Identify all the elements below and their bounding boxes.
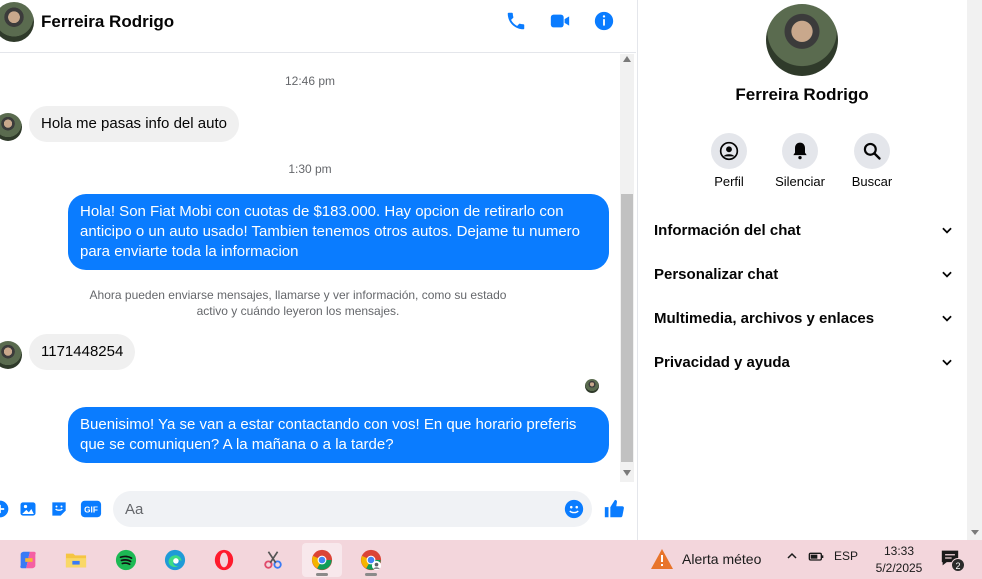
phone-icon[interactable]: [503, 8, 529, 34]
system-notice: Ahora pueden enviarse mensajes, llamarse…: [89, 288, 507, 318]
contact-avatar[interactable]: [0, 2, 34, 42]
opera-icon[interactable]: [204, 543, 244, 577]
search-icon: [854, 133, 890, 169]
timestamp: 12:46 pm: [284, 74, 336, 88]
mute-button[interactable]: Silenciar: [765, 133, 835, 189]
scroll-up-arrow-icon[interactable]: [623, 56, 631, 62]
notification-badge: 2: [951, 558, 965, 572]
profile-name: Ferreira Rodrigo: [735, 85, 869, 104]
edge-icon[interactable]: [155, 543, 195, 577]
weather-label: Alerta méteo: [682, 551, 762, 567]
chrome-icon[interactable]: [302, 543, 342, 577]
sender-avatar: [0, 113, 22, 141]
messenger-window: Ferreira Rodrigo 12:46 pm Hola me pasas …: [0, 0, 982, 579]
section-label: Personalizar chat: [654, 265, 779, 283]
like-icon[interactable]: [602, 497, 626, 521]
chevron-down-icon: [942, 271, 952, 278]
emoji-icon[interactable]: [563, 498, 585, 520]
snipping-tool-icon[interactable]: [253, 543, 293, 577]
bell-icon: [782, 133, 818, 169]
running-indicator: [365, 573, 377, 576]
weather-widget[interactable]: Alerta méteo: [650, 548, 761, 570]
profile-button[interactable]: Perfil: [694, 133, 764, 189]
clock-date: 5/2/2025: [875, 561, 923, 575]
outgoing-message[interactable]: Buenisimo! Ya se van a estar contactando…: [68, 407, 609, 463]
section-media-files-links[interactable]: Multimedia, archivos y enlaces: [654, 296, 954, 340]
timestamp: 1:30 pm: [288, 162, 332, 176]
info-icon[interactable]: [591, 8, 617, 34]
chat-pane: Ferreira Rodrigo 12:46 pm Hola me pasas …: [0, 0, 636, 540]
scroll-down-arrow-icon[interactable]: [971, 530, 979, 535]
weather-alert-icon: [651, 549, 673, 569]
scroll-down-arrow-icon[interactable]: [623, 470, 631, 476]
chat-scrollbar[interactable]: [620, 54, 634, 482]
spotify-icon[interactable]: [106, 543, 146, 577]
outgoing-message[interactable]: Hola! Son Fiat Mobi con cuotas de $183.0…: [68, 194, 609, 270]
copilot-icon[interactable]: [8, 543, 48, 577]
profile-icon: [711, 133, 747, 169]
composer: GIF: [0, 483, 636, 538]
conversation-info-panel: Ferreira Rodrigo Perfil Silenciar Buscar…: [637, 0, 967, 540]
section-chat-info[interactable]: Información del chat: [654, 208, 954, 252]
contact-name[interactable]: Ferreira Rodrigo: [41, 12, 174, 32]
notifications-button[interactable]: 2: [940, 549, 966, 572]
section-label: Multimedia, archivos y enlaces: [654, 309, 875, 327]
chat-header: Ferreira Rodrigo: [0, 0, 636, 53]
file-explorer-icon[interactable]: [56, 543, 96, 577]
clock-time: 13:33: [883, 544, 915, 558]
plus-icon[interactable]: [0, 497, 12, 521]
section-label: Privacidad y ayuda: [654, 353, 790, 371]
gif-label: GIF: [84, 506, 98, 515]
message-input[interactable]: [113, 491, 592, 527]
system-tray: ESP: [786, 549, 858, 563]
profile-label: Perfil: [714, 174, 744, 189]
gif-icon[interactable]: GIF: [79, 497, 103, 521]
taskbar: Alerta méteo ESP 13:33 5/2/2025 2: [0, 540, 982, 579]
mute-label: Silenciar: [775, 174, 825, 189]
incoming-message[interactable]: 1171448254: [29, 334, 136, 370]
network-battery-icon[interactable]: [808, 549, 824, 563]
section-customize-chat[interactable]: Personalizar chat: [654, 252, 954, 296]
profile-avatar[interactable]: [766, 4, 838, 76]
language-indicator[interactable]: ESP: [834, 549, 858, 563]
page-scrollbar[interactable]: [967, 0, 982, 540]
seen-indicator-avatar: [585, 379, 599, 393]
chrome-profile-icon[interactable]: [351, 543, 391, 577]
search-label: Buscar: [851, 174, 893, 189]
incoming-message[interactable]: Hola me pasas info del auto: [29, 106, 239, 142]
search-button[interactable]: Buscar: [837, 133, 907, 189]
photo-icon[interactable]: [16, 497, 40, 521]
chevron-down-icon: [942, 315, 952, 322]
chevron-down-icon: [942, 227, 952, 234]
chevron-down-icon: [942, 359, 952, 366]
scroll-thumb[interactable]: [621, 194, 633, 462]
video-call-icon[interactable]: [547, 8, 573, 34]
clock[interactable]: 13:33 5/2/2025: [866, 543, 932, 577]
sender-avatar: [0, 341, 22, 369]
section-privacy-help[interactable]: Privacidad y ayuda: [654, 340, 954, 384]
message-list[interactable]: 12:46 pm Hola me pasas info del auto 1:3…: [0, 54, 620, 482]
sticker-icon[interactable]: [47, 497, 71, 521]
section-label: Información del chat: [654, 221, 801, 239]
chevron-up-icon[interactable]: [786, 550, 798, 562]
active-indicator: [316, 573, 328, 576]
